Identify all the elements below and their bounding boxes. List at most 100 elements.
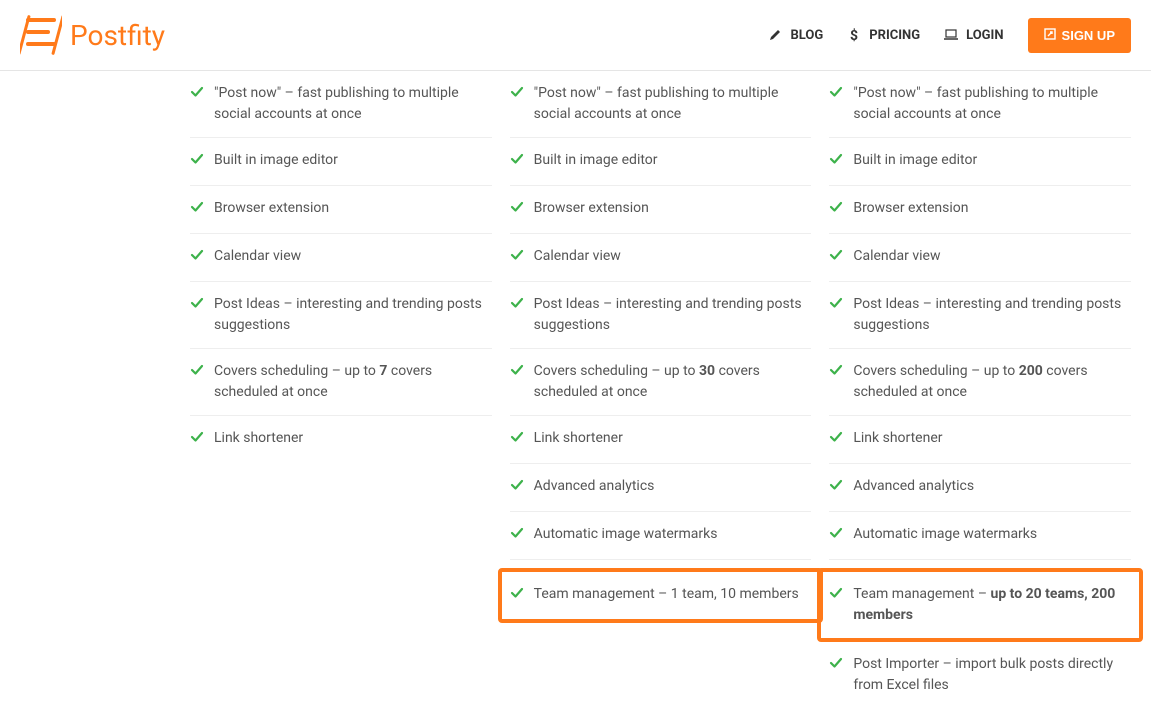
feature-item: Post Importer – import bulk posts direct… [829,642,1131,708]
check-icon [510,586,524,607]
svg-text:$: $ [850,28,858,42]
pricing-column: "Post now" – fast publishing to multiple… [829,71,1131,708]
feature-text: Link shortener [214,428,303,449]
signup-button[interactable]: SIGN UP [1028,18,1131,53]
feature-text: Built in image editor [853,150,977,171]
feature-item: Link shortener [829,416,1131,464]
pricing-columns: "Post now" – fast publishing to multiple… [0,71,1151,728]
check-icon [510,152,524,173]
check-icon [829,152,843,173]
feature-item: Built in image editor [829,138,1131,186]
check-icon [829,478,843,499]
feature-text: Covers scheduling – up to 200 covers sch… [853,361,1131,403]
nav: BLOG $ PRICING LOGIN SIGN UP [768,18,1131,53]
check-icon [190,85,204,106]
logo-text: Postfity [70,19,165,52]
feature-text: Browser extension [214,198,329,219]
check-icon [829,430,843,451]
pricing-column: "Post now" – fast publishing to multiple… [190,71,492,708]
check-icon [510,248,524,269]
check-icon [510,526,524,547]
feature-item: "Post now" – fast publishing to multiple… [190,71,492,138]
highlight-box: Team management – up to 20 teams, 200 me… [817,568,1143,642]
logo-icon [20,14,62,56]
feature-text: Calendar view [853,246,940,267]
feature-text: Browser extension [853,198,968,219]
feature-text: Browser extension [534,198,649,219]
feature-item: Covers scheduling – up to 7 covers sched… [190,349,492,416]
check-icon [510,296,524,317]
feature-item: Post Ideas – interesting and trending po… [190,282,492,349]
feature-text: Automatic image watermarks [853,524,1037,545]
feature-item: Team management – 1 team, 10 members [510,572,812,619]
external-icon [1044,28,1056,43]
nav-blog[interactable]: BLOG [768,28,823,43]
check-icon [829,363,843,384]
check-icon [190,152,204,173]
feature-item: Automatic image watermarks [829,512,1131,560]
dollar-icon: $ [847,28,861,42]
feature-item: Post Ideas – interesting and trending po… [510,282,812,349]
feature-text: Automatic image watermarks [534,524,718,545]
feature-item: Calendar view [510,234,812,282]
feature-item: Browser extension [829,186,1131,234]
feature-item: "Post now" – fast publishing to multiple… [510,71,812,138]
nav-blog-label: BLOG [790,28,823,43]
feature-text: Covers scheduling – up to 7 covers sched… [214,361,492,403]
feature-text: Post Ideas – interesting and trending po… [853,294,1131,336]
feature-item: Calendar view [829,234,1131,282]
pricing-column: "Post now" – fast publishing to multiple… [510,71,812,708]
laptop-icon [944,28,958,42]
feature-item: Calendar view [190,234,492,282]
check-icon [510,200,524,221]
check-icon [829,526,843,547]
check-icon [190,200,204,221]
feature-item: Covers scheduling – up to 200 covers sch… [829,349,1131,416]
feature-text: Built in image editor [534,150,658,171]
check-icon [190,296,204,317]
header: Postfity BLOG $ PRICING LOGIN SIGN UP [0,0,1151,71]
feature-item: Post Ideas – interesting and trending po… [829,282,1131,349]
feature-text: Post Importer – import bulk posts direct… [853,654,1131,696]
feature-text: Post Ideas – interesting and trending po… [214,294,492,336]
check-icon [829,586,843,607]
feature-item: Automatic image watermarks [510,512,812,560]
check-icon [829,85,843,106]
feature-item: Advanced analytics [829,464,1131,512]
feature-item: Browser extension [510,186,812,234]
feature-text: Team management – up to 20 teams, 200 me… [853,584,1131,626]
feature-text: "Post now" – fast publishing to multiple… [853,83,1131,125]
check-icon [510,430,524,451]
feature-item: "Post now" – fast publishing to multiple… [829,71,1131,138]
feature-text: Link shortener [534,428,623,449]
logo[interactable]: Postfity [20,14,165,56]
feature-item: Link shortener [510,416,812,464]
check-icon [190,363,204,384]
check-icon [829,656,843,677]
check-icon [510,478,524,499]
feature-text: Link shortener [853,428,942,449]
feature-item: Built in image editor [190,138,492,186]
check-icon [190,430,204,451]
check-icon [829,248,843,269]
feature-text: "Post now" – fast publishing to multiple… [534,83,812,125]
nav-login[interactable]: LOGIN [944,28,1003,43]
feature-text: Built in image editor [214,150,338,171]
feature-text: Advanced analytics [853,476,974,497]
check-icon [829,296,843,317]
check-icon [510,85,524,106]
feature-item: Advanced analytics [510,464,812,512]
check-icon [510,363,524,384]
feature-text: Calendar view [534,246,621,267]
feature-item: Team management – up to 20 teams, 200 me… [829,572,1131,638]
feature-text: Covers scheduling – up to 30 covers sche… [534,361,812,403]
feature-text: "Post now" – fast publishing to multiple… [214,83,492,125]
feature-item: Built in image editor [510,138,812,186]
feature-text: Calendar view [214,246,301,267]
feature-text: Post Ideas – interesting and trending po… [534,294,812,336]
check-icon [190,248,204,269]
highlight-box: Team management – 1 team, 10 members [498,568,824,623]
nav-pricing-label: PRICING [869,28,920,43]
nav-pricing[interactable]: $ PRICING [847,28,920,43]
pencil-icon [768,28,782,42]
